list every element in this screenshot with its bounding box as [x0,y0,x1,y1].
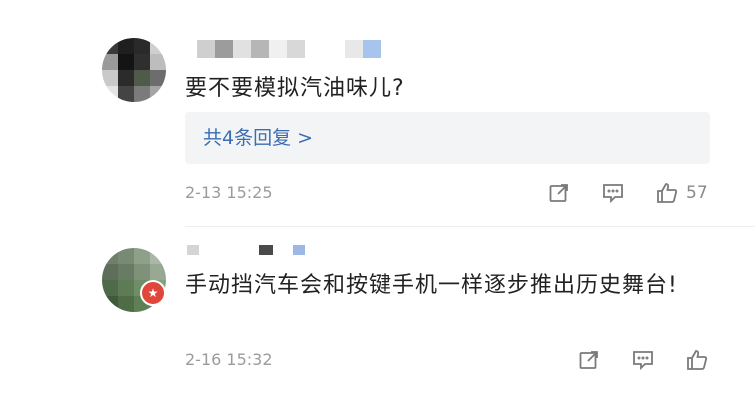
comment-text: 要不要模拟汽油味儿? [185,76,405,101]
comment-actions [576,347,710,373]
comment-timestamp: 2-13 15:25 [185,183,273,202]
reply-icon[interactable] [630,347,656,373]
divider [185,226,755,227]
username-redacted[interactable] [197,40,381,58]
username-redacted[interactable] [187,245,305,255]
avatar[interactable] [102,38,166,102]
like-icon[interactable] [684,347,710,373]
share-icon[interactable] [576,347,602,373]
verified-badge-icon: ★ [140,280,166,306]
like-count: 57 [686,183,708,203]
like-icon[interactable] [654,180,680,206]
comment-text: 手动挡汽车会和按键手机一样逐步推出历史舞台! [185,273,678,298]
comment-item: 要不要模拟汽油味儿? 共4条回复 > 2-13 15:25 57 [0,0,755,227]
comment-list: 要不要模拟汽油味儿? 共4条回复 > 2-13 15:25 57 ★ 手动挡汽车… [0,0,755,404]
share-icon[interactable] [546,180,572,206]
view-replies-button[interactable]: 共4条回复 > [185,112,710,164]
comment-timestamp: 2-16 15:32 [185,350,273,369]
reply-icon[interactable] [600,180,626,206]
comment-actions: 57 [546,180,708,206]
comment-item: ★ 手动挡汽车会和按键手机一样逐步推出历史舞台! 2-16 15:32 [0,230,755,404]
